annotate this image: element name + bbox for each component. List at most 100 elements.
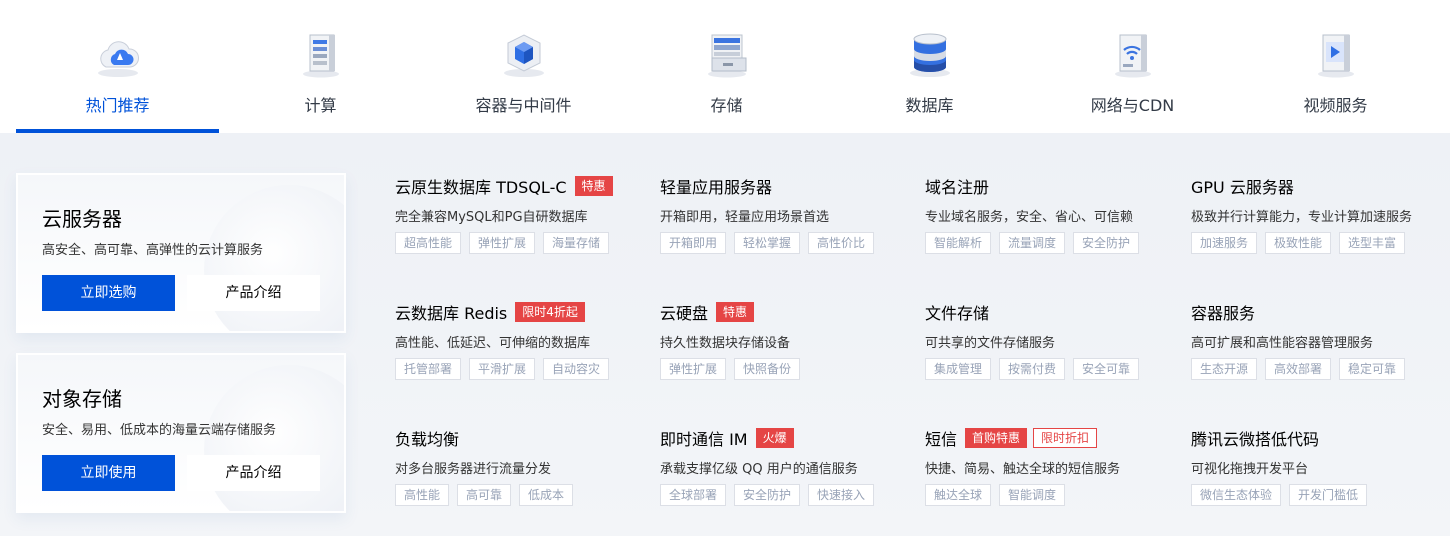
tab-hot[interactable]: 热门推荐 — [16, 0, 219, 133]
product-description: 完全兼容MySQL和PG自研数据库 — [395, 210, 588, 225]
server-icon — [297, 29, 345, 79]
product-name: 云原生数据库 TDSQL-C — [395, 178, 567, 197]
product-description: 快捷、简易、触达全球的短信服务 — [925, 462, 1121, 477]
feature-tag: 超高性能 — [395, 232, 462, 254]
cos-promo-card: 对象存储 安全、易用、低成本的海量云端存储服务 立即使用 产品介绍 — [16, 353, 346, 513]
product-name: 即时通信 IM — [660, 430, 748, 449]
feature-tag: 低成本 — [519, 484, 574, 506]
product-intro-button[interactable]: 产品介绍 — [187, 455, 320, 491]
feature-tag: 高可靠 — [457, 484, 512, 506]
product-item-redis[interactable]: 云数据库 Redis 限时4折起 高性能、低延迟、可伸缩的数据库 托管部署 平滑扩展… — [395, 300, 645, 410]
product-intro-button[interactable]: 产品介绍 — [187, 275, 320, 311]
product-name: 云数据库 Redis — [395, 304, 508, 323]
promo-badge: 特惠 — [716, 302, 755, 322]
feature-tag: 弹性扩展 — [660, 358, 727, 380]
cvm-promo-card: 云服务器 高安全、高可靠、高弹性的云计算服务 立即选购 产品介绍 — [16, 173, 346, 333]
tab-label: 数据库 — [905, 96, 954, 115]
product-description: 可视化拖拽开发平台 — [1191, 462, 1309, 477]
product-description: 承载支撑亿级 QQ 用户的通信服务 — [660, 462, 858, 477]
product-item-domain[interactable]: 域名注册 专业域名服务，安全、省心、可信赖 智能解析 流量调度 安全防护 — [925, 174, 1175, 284]
feature-tag: 极致性能 — [1265, 232, 1332, 254]
feature-tag: 高性能 — [395, 484, 450, 506]
product-description: 可共享的文件存储服务 — [925, 336, 1056, 351]
feature-tag: 智能解析 — [925, 232, 992, 254]
product-item-tdsql-c[interactable]: 云原生数据库 TDSQL-C 特惠 完全兼容MySQL和PG自研数据库 超高性能弹… — [395, 174, 645, 284]
tab-label: 计算 — [304, 96, 337, 115]
product-item-sms[interactable]: 短信 首购特惠 限时折扣 快捷、简易、触达全球的短信服务 触达全球 智能调度 — [925, 426, 1175, 536]
category-tabs: 热门推荐 计算 容器与中间件 存储 数据库 网络与CDN 视频服务 — [16, 0, 1450, 133]
feature-tag: 安全可靠 — [1073, 358, 1140, 380]
tab-storage[interactable]: 存储 — [625, 0, 828, 133]
tab-container-middleware[interactable]: 容器与中间件 — [422, 0, 625, 133]
feature-tag: 高效部署 — [1265, 358, 1332, 380]
feature-tag: 快照备份 — [734, 358, 801, 380]
product-description: 高性能、低延迟、可伸缩的数据库 — [395, 336, 591, 351]
feature-tag: 快速接入 — [808, 484, 875, 506]
tab-database[interactable]: 数据库 — [828, 0, 1031, 133]
product-description: 对多台服务器进行流量分发 — [395, 462, 552, 477]
tab-label: 网络与CDN — [1090, 96, 1175, 115]
tab-compute[interactable]: 计算 — [219, 0, 422, 133]
feature-tag: 安全防护 — [1073, 232, 1140, 254]
product-description: 高可扩展和高性能容器管理服务 — [1191, 336, 1374, 351]
product-name: 负载均衡 — [395, 430, 460, 449]
feature-tag: 高性价比 — [808, 232, 875, 254]
tab-label: 存储 — [710, 96, 743, 115]
promo-badge: 限时4折起 — [515, 302, 585, 322]
product-name: 域名注册 — [925, 178, 990, 197]
feature-tag: 开箱即用 — [660, 232, 727, 254]
card-description: 安全、易用、低成本的海量云端存储服务 — [42, 423, 277, 438]
feature-tag: 微信生态体验 — [1191, 484, 1282, 506]
product-item-im[interactable]: 即时通信 IM 火爆 承载支撑亿级 QQ 用户的通信服务 全球部署 安全防护 快速接入 — [660, 426, 910, 536]
feature-tag: 触达全球 — [925, 484, 992, 506]
cloud-icon — [94, 29, 142, 79]
feature-tag: 智能调度 — [999, 484, 1066, 506]
product-name: 短信 — [925, 430, 958, 449]
product-name: GPU 云服务器 — [1191, 178, 1294, 197]
database-icon — [906, 29, 954, 79]
feature-tag: 弹性扩展 — [469, 232, 536, 254]
feature-tag: 平滑扩展 — [469, 358, 536, 380]
feature-tag: 加速服务 — [1191, 232, 1258, 254]
video-play-icon — [1312, 29, 1360, 79]
product-name: 轻量应用服务器 — [660, 178, 773, 197]
buy-now-button[interactable]: 立即选购 — [42, 275, 175, 311]
feature-tag: 开发门槛低 — [1289, 484, 1368, 506]
recommend-panel: 云服务器 高安全、高可靠、高弹性的云计算服务 立即选购 产品介绍 对象存储 安全… — [0, 133, 1450, 536]
product-name: 容器服务 — [1191, 304, 1256, 323]
product-name: 腾讯云微搭低代码 — [1191, 430, 1320, 449]
product-description: 开箱即用，轻量应用场景首选 — [660, 210, 830, 225]
tab-label: 视频服务 — [1303, 96, 1368, 115]
product-item-weda[interactable]: 腾讯云微搭低代码 可视化拖拽开发平台 微信生态体验 开发门槛低 — [1191, 426, 1441, 536]
product-item-clb[interactable]: 负载均衡 对多台服务器进行流量分发 高性能 高可靠 低成本 — [395, 426, 645, 536]
tab-video[interactable]: 视频服务 — [1234, 0, 1437, 133]
container-box-icon — [500, 29, 548, 79]
product-name: 文件存储 — [925, 304, 990, 323]
promo-badge: 首购特惠 — [965, 428, 1028, 448]
product-item-gpu[interactable]: GPU 云服务器 极致并行计算能力，专业计算加速服务 加速服务 极致性能 选型丰富 — [1191, 174, 1441, 284]
product-description: 专业域名服务，安全、省心、可信赖 — [925, 210, 1134, 225]
product-item-cbs[interactable]: 云硬盘 特惠 持久性数据块存储设备 弹性扩展 快照备份 — [660, 300, 910, 410]
feature-tag: 选型丰富 — [1339, 232, 1406, 254]
feature-tag: 安全防护 — [734, 484, 801, 506]
feature-tag: 全球部署 — [660, 484, 727, 506]
tab-network-cdn[interactable]: 网络与CDN — [1031, 0, 1234, 133]
product-name: 云硬盘 — [660, 304, 709, 323]
product-item-lighthouse[interactable]: 轻量应用服务器 开箱即用，轻量应用场景首选 开箱即用 轻松掌握 高性价比 — [660, 174, 910, 284]
feature-tag: 自动容灾 — [543, 358, 610, 380]
feature-tag: 生态开源 — [1191, 358, 1258, 380]
feature-tag: 托管部署 — [395, 358, 462, 380]
use-now-button[interactable]: 立即使用 — [42, 455, 175, 491]
feature-tag: 轻松掌握 — [734, 232, 801, 254]
promo-badge: 特惠 — [574, 176, 613, 196]
feature-tag: 按需付费 — [999, 358, 1066, 380]
feature-tag: 海量存储 — [543, 232, 610, 254]
promo-badge: 火爆 — [755, 428, 794, 448]
product-item-cfs[interactable]: 文件存储 可共享的文件存储服务 集成管理 按需付费 安全可靠 — [925, 300, 1175, 410]
feature-tag: 稳定可靠 — [1339, 358, 1406, 380]
product-item-tke[interactable]: 容器服务 高可扩展和高性能容器管理服务 生态开源 高效部署 稳定可靠 — [1191, 300, 1441, 410]
tab-label: 容器与中间件 — [475, 96, 572, 115]
card-title: 对象存储 — [42, 387, 122, 411]
card-description: 高安全、高可靠、高弹性的云计算服务 — [42, 243, 264, 258]
storage-drawer-icon — [703, 29, 751, 79]
